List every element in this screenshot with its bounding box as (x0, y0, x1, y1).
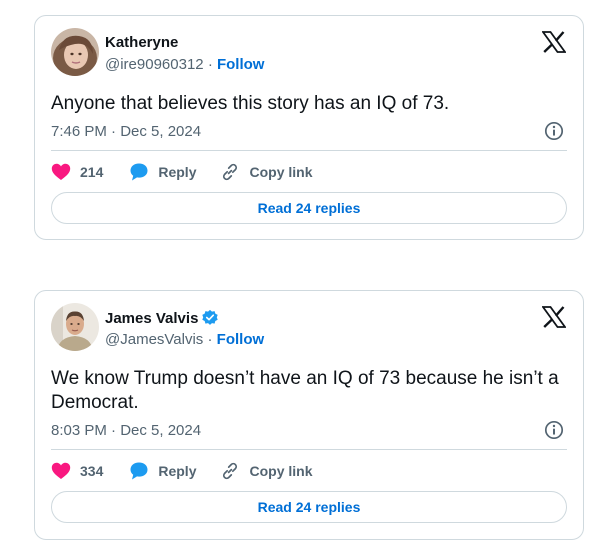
copy-link-button[interactable]: Copy link (220, 162, 313, 182)
reply-label: Reply (158, 463, 197, 479)
verified-badge-icon[interactable] (201, 309, 219, 327)
author-name-line[interactable]: James Valvis (105, 309, 219, 327)
handle-line: @JamesValvis · Follow (105, 331, 264, 348)
author-handle[interactable]: @ire90960312 (105, 56, 204, 73)
action-bar: 334 Reply Copy link (51, 459, 313, 483)
read-replies-button[interactable]: Read 24 replies (51, 491, 567, 523)
tweet-text: We know Trump doesn’t have an IQ of 73 b… (51, 368, 559, 413)
author-handle[interactable]: @JamesValvis (105, 331, 203, 348)
copy-link-label: Copy link (249, 463, 313, 479)
like-count: 214 (80, 164, 104, 180)
speech-bubble-icon (130, 462, 148, 480)
reply-label: Reply (158, 164, 197, 180)
follow-button[interactable]: Follow (217, 56, 265, 73)
tweet-timestamp[interactable]: 8:03 PM · Dec 5, 2024 (51, 422, 201, 439)
copy-link-button[interactable]: Copy link (220, 461, 313, 481)
info-icon[interactable] (544, 121, 564, 141)
like-count: 334 (80, 463, 104, 479)
avatar[interactable] (51, 303, 99, 351)
link-icon (223, 163, 238, 181)
author-name[interactable]: James Valvis (105, 310, 198, 327)
author-name-line[interactable]: Katheryne (105, 34, 178, 51)
read-replies-button[interactable]: Read 24 replies (51, 192, 567, 224)
reply-button[interactable]: Reply (129, 461, 196, 481)
speech-bubble-icon (130, 163, 148, 181)
divider (51, 449, 567, 450)
reply-button[interactable]: Reply (129, 162, 196, 182)
like-button[interactable]: 334 (51, 462, 103, 480)
avatar-image (51, 303, 99, 351)
tweet-card: Katheryne @ire90960312 · Follow Anyone t… (34, 15, 584, 240)
heart-icon (51, 163, 71, 180)
x-logo-icon[interactable] (542, 31, 566, 53)
heart-icon (51, 462, 71, 479)
tweet-text: Anyone that believes this story has an I… (51, 93, 450, 114)
link-icon (223, 462, 238, 480)
follow-button[interactable]: Follow (217, 331, 265, 348)
author-name[interactable]: Katheryne (105, 34, 178, 51)
copy-link-label: Copy link (249, 164, 313, 180)
like-button[interactable]: 214 (51, 163, 103, 181)
x-logo-icon[interactable] (542, 306, 566, 328)
avatar-image (51, 28, 99, 76)
info-icon[interactable] (544, 420, 564, 440)
avatar[interactable] (51, 28, 99, 76)
tweet-card: James Valvis @JamesValvis · Follow We kn… (34, 290, 584, 540)
handle-separator: · (207, 331, 213, 348)
handle-line: @ire90960312 · Follow (105, 56, 264, 73)
tweet-timestamp[interactable]: 7:46 PM · Dec 5, 2024 (51, 123, 201, 140)
divider (51, 150, 567, 151)
handle-separator: · (207, 56, 213, 73)
action-bar: 214 Reply Copy link (51, 160, 313, 184)
